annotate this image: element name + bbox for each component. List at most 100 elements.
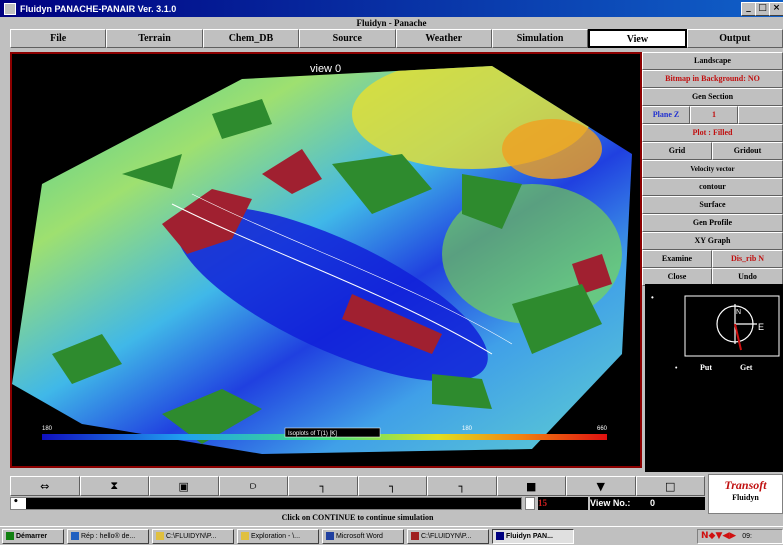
put-button[interactable]: Put xyxy=(700,363,712,372)
view-number-label: View No.: xyxy=(590,497,650,510)
windows-taskbar: Démarrer Rép : hello® de... C:\FLUIDYN\P… xyxy=(0,526,783,545)
gen-section-button[interactable]: Gen Section xyxy=(642,88,783,106)
map-viewport[interactable]: view 0 180 180 660 Isoplots of T(1) [K] xyxy=(10,52,642,468)
menu-terrain[interactable]: Terrain xyxy=(106,29,203,48)
plane-value-field[interactable]: 1 xyxy=(690,106,738,124)
cube-glyph: □ xyxy=(665,479,676,493)
cube-icon[interactable]: □ xyxy=(635,476,705,496)
view-stepper-box[interactable] xyxy=(525,497,535,510)
app-subtitle: Fluidyn - Panache xyxy=(356,18,427,28)
task-label-5: C:\FLUIDYN\P... xyxy=(421,532,472,540)
axis-3d-icon[interactable]: ⫐ xyxy=(218,476,288,496)
company-logo: Transoft Fluidyn xyxy=(708,474,783,514)
filter-icon[interactable]: ▼ xyxy=(566,476,636,496)
explorer-icon xyxy=(241,532,249,540)
progress-left-marker: • xyxy=(13,497,19,507)
close-button[interactable]: × xyxy=(769,2,783,16)
examine-button[interactable]: Examine xyxy=(642,250,712,268)
terrain-plot: view 0 180 180 660 Isoplots of T(1) [K] xyxy=(12,63,632,454)
colorbar-label-2: 660 xyxy=(597,426,608,432)
axis-z-glyph: ┐ xyxy=(458,479,466,493)
colorbar-label-0: 180 xyxy=(42,426,53,432)
axis-y-icon[interactable]: ┐ xyxy=(357,476,427,496)
minimize-button[interactable]: _ xyxy=(741,2,756,16)
menu-simulation[interactable]: Simulation xyxy=(491,29,589,48)
plane-stepper[interactable] xyxy=(738,106,783,124)
compass-svg: E N • • Put Get xyxy=(651,293,780,372)
task-label-4: Microsoft Word xyxy=(336,532,383,540)
north-label: N xyxy=(736,309,741,316)
task-exploration[interactable]: Exploration - \... xyxy=(237,528,319,544)
task-label-3: Exploration - \... xyxy=(251,532,301,540)
tray-clock: 09: xyxy=(742,532,752,540)
menu-chem-db[interactable]: Chem_DB xyxy=(202,29,300,48)
plane-selector[interactable]: Plane Z xyxy=(642,106,690,124)
orientation-widget[interactable]: E N • • Put Get xyxy=(645,284,783,472)
menu-view[interactable]: View xyxy=(588,29,687,48)
double-arrow-glyph: ⇔ xyxy=(40,479,50,493)
window-title: Fluidyn PANACHE-PANAIR Ver. 3.1.0 xyxy=(20,3,177,14)
task-fluidyn-panache[interactable]: Fluidyn PAN... xyxy=(492,528,574,544)
contour-button[interactable]: contour xyxy=(642,178,783,196)
gen-profile-button[interactable]: Gen Profile xyxy=(642,214,783,232)
folder-icon xyxy=(71,532,79,540)
panel-marker-left: • xyxy=(651,293,654,302)
app-icon xyxy=(496,532,504,540)
folder-icon xyxy=(156,532,164,540)
grid-button[interactable]: Grid xyxy=(642,142,712,160)
task-fluidyn-cmd[interactable]: C:\FLUIDYN\P... xyxy=(407,528,489,544)
view-control-panel: Landscape Bitmap in Background: NO Gen S… xyxy=(642,52,783,292)
surface-button[interactable]: Surface xyxy=(642,196,783,214)
cmd-icon xyxy=(411,532,419,540)
bitmap-background-toggle[interactable]: Bitmap in Background: NO xyxy=(642,70,783,88)
color-square-icon[interactable]: ■ xyxy=(496,476,566,496)
app-icon xyxy=(4,2,16,15)
menu-source[interactable]: Source xyxy=(299,29,396,48)
status-message: Click on CONTINUE to continue simulation xyxy=(281,513,434,522)
tray-icons[interactable]: N◆▼◀▶ xyxy=(701,531,736,541)
colorbar-caption: Isoplots of T(1) [K] xyxy=(288,431,337,437)
start-label: Démarrer xyxy=(16,532,48,540)
view-label: view 0 xyxy=(310,63,341,75)
simulation-progress: • xyxy=(10,497,522,510)
east-label: E xyxy=(758,322,764,332)
view-count: 15 xyxy=(538,497,588,510)
axis-y-glyph: ┐ xyxy=(388,479,396,493)
axis-x-icon[interactable]: ┐ xyxy=(288,476,358,496)
menu-file[interactable]: File xyxy=(10,29,107,48)
bottom-toolbar: ⇔ ⧗ ▣ ⫐ ┐ ┐ ┐ ■ ▼ □ xyxy=(10,476,705,496)
color-square-glyph: ■ xyxy=(526,479,537,493)
task-explorer-rep[interactable]: Rép : hello® de... xyxy=(67,528,149,544)
word-icon xyxy=(326,532,334,540)
logo-brand: Transoft xyxy=(724,478,767,492)
window-title-bar: Fluidyn PANACHE-PANAIR Ver. 3.1.0 _ □ × xyxy=(0,0,783,17)
filter-glyph: ▼ xyxy=(596,479,605,493)
logo-subtext: Fluidyn xyxy=(732,493,759,502)
task-label-2: C:\FLUIDYN\P... xyxy=(166,532,217,540)
save-glyph: ▣ xyxy=(178,479,189,493)
double-arrow-icon[interactable]: ⇔ xyxy=(10,476,80,496)
gridout-button[interactable]: Gridout xyxy=(712,142,783,160)
task-label-1: Rép : hello® de... xyxy=(81,532,136,540)
velocity-vector-button[interactable]: Velocity vector xyxy=(642,160,783,178)
menu-output[interactable]: Output xyxy=(686,29,783,48)
get-button[interactable]: Get xyxy=(740,363,753,372)
task-fluidyn-folder[interactable]: C:\FLUIDYN\P... xyxy=(152,528,234,544)
hourglass-glyph: ⧗ xyxy=(110,479,119,492)
hourglass-icon[interactable]: ⧗ xyxy=(79,476,149,496)
landscape-button[interactable]: Landscape xyxy=(642,52,783,70)
xy-graph-button[interactable]: XY Graph xyxy=(642,232,783,250)
maximize-button[interactable]: □ xyxy=(755,2,770,16)
task-label-6: Fluidyn PAN... xyxy=(506,532,553,540)
axis-z-icon[interactable]: ┐ xyxy=(427,476,497,496)
menu-weather[interactable]: Weather xyxy=(395,29,492,48)
distrib-button[interactable]: Dis_rib N xyxy=(712,250,783,268)
save-icon[interactable]: ▣ xyxy=(149,476,219,496)
colorbar-label-1: 180 xyxy=(462,426,473,432)
view-number-value: 0 xyxy=(650,497,705,510)
task-word[interactable]: Microsoft Word xyxy=(322,528,404,544)
put-marker: • xyxy=(675,365,678,372)
plot-mode-toggle[interactable]: Plot : Filled xyxy=(642,124,783,142)
start-button[interactable]: Démarrer xyxy=(2,528,64,544)
axis-3d-glyph: ⫐ xyxy=(250,479,257,492)
